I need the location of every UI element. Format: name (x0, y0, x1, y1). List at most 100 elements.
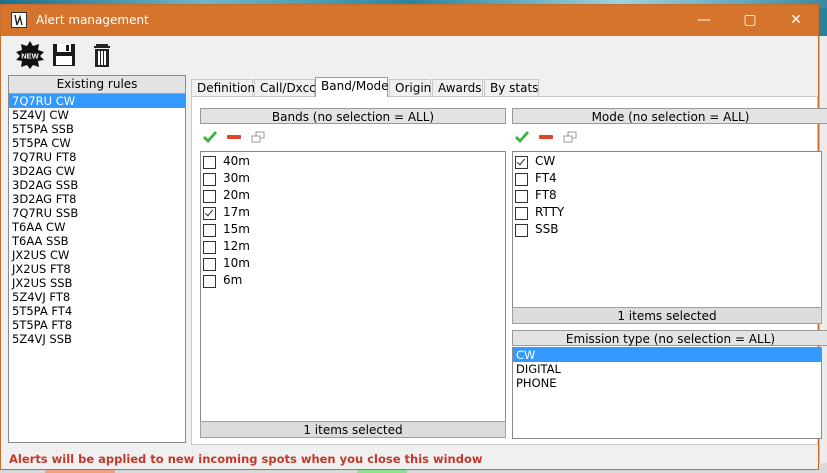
mode-option[interactable]: SSB (513, 221, 821, 238)
option-label: CW (535, 154, 556, 168)
checkbox[interactable] (515, 173, 528, 186)
option-label: 10m (223, 256, 250, 270)
mode-status: 1 items selected (512, 307, 822, 324)
rule-item[interactable]: 5Z4VJ SSB (9, 332, 185, 346)
emission-type-header: Emission type (no selection = ALL) (512, 330, 827, 346)
tab-call-dxcc[interactable]: Call/Dxcc (254, 79, 316, 96)
new-rule-button[interactable]: NEW (15, 40, 45, 70)
toolbar: NEW (1, 36, 818, 74)
checkbox[interactable] (203, 258, 216, 271)
rules-list[interactable]: 7Q7RU CW 5Z4VJ CW 5T5PA SSB 5T5PA CW 7Q7RU F… (9, 94, 185, 346)
checkbox[interactable] (515, 207, 528, 220)
checkbox[interactable] (203, 190, 216, 203)
checkbox[interactable] (203, 173, 216, 186)
copy-windows-icon[interactable] (562, 129, 578, 145)
mode-toolbar (514, 128, 594, 146)
band-option[interactable]: 17m (201, 204, 505, 221)
maximize-button[interactable]: ▢ (727, 5, 773, 36)
emission-item[interactable]: PHONE (513, 376, 821, 390)
tab-origin[interactable]: Origin (389, 79, 431, 96)
mode-option[interactable]: CW (513, 153, 821, 170)
option-label: 17m (223, 205, 250, 219)
tab-band-mode[interactable]: Band/Mode (315, 77, 389, 97)
option-label: 30m (223, 171, 250, 185)
tab-definition[interactable]: Definition (191, 79, 255, 96)
clear-minus-icon[interactable] (538, 129, 554, 145)
rule-item[interactable]: JX2US FT8 (9, 262, 185, 276)
save-icon (53, 44, 75, 66)
option-label: 20m (223, 188, 250, 202)
rule-item[interactable]: 7Q7RU FT8 (9, 150, 185, 164)
select-all-check-icon[interactable] (514, 129, 530, 145)
emission-item[interactable]: CW (513, 348, 821, 362)
band-option[interactable]: 10m (201, 255, 505, 272)
rule-item[interactable]: 5Z4VJ CW (9, 108, 185, 122)
rule-item[interactable]: JX2US CW (9, 248, 185, 262)
checkbox[interactable] (203, 275, 216, 288)
rule-item[interactable]: 7Q7RU SSB (9, 206, 185, 220)
rule-item[interactable]: 5T5PA FT4 (9, 304, 185, 318)
band-option[interactable]: 30m (201, 170, 505, 187)
checkbox[interactable] (203, 207, 216, 220)
bands-toolbar (202, 128, 282, 146)
checkbox[interactable] (515, 156, 528, 169)
band-option[interactable]: 12m (201, 238, 505, 255)
option-label: FT8 (535, 188, 557, 202)
checkbox[interactable] (203, 224, 216, 237)
maximize-icon: ▢ (743, 12, 757, 28)
rule-item[interactable]: 5Z4VJ FT8 (9, 290, 185, 304)
rule-item[interactable]: 5T5PA FT8 (9, 318, 185, 332)
trash-icon (94, 44, 110, 67)
title-bar[interactable]: Alert management — ▢ ✕ (1, 5, 818, 36)
copy-windows-icon[interactable] (250, 129, 266, 145)
save-rule-button[interactable] (49, 40, 79, 70)
minimize-button[interactable]: — (681, 5, 727, 36)
rule-item[interactable]: 5T5PA SSB (9, 122, 185, 136)
close-icon: ✕ (790, 12, 802, 28)
rule-item[interactable]: 5T5PA CW (9, 136, 185, 150)
checkbox[interactable] (515, 224, 528, 237)
new-icon: NEW (16, 41, 44, 69)
option-label: 40m (223, 154, 250, 168)
rule-item[interactable]: 3D2AG SSB (9, 178, 185, 192)
rule-item[interactable]: T6AA CW (9, 220, 185, 234)
svg-text:NEW: NEW (21, 52, 39, 61)
rule-item[interactable]: 3D2AG CW (9, 164, 185, 178)
minimize-icon: — (697, 12, 711, 28)
option-label: 6m (223, 273, 243, 287)
alert-management-window: Alert management — ▢ ✕ NEW Existing rule… (0, 4, 827, 470)
tab-awards[interactable]: Awards (432, 79, 483, 96)
checkbox[interactable] (203, 241, 216, 254)
band-option[interactable]: 40m (201, 153, 505, 170)
checkbox[interactable] (203, 156, 216, 169)
mode-option[interactable]: FT8 (513, 187, 821, 204)
mode-option[interactable]: RTTY (513, 204, 821, 221)
bands-status: 1 items selected (200, 421, 506, 438)
close-button[interactable]: ✕ (773, 5, 819, 36)
mode-list: CW FT4 FT8 RTTY SSB (512, 151, 822, 308)
band-option[interactable]: 6m (201, 272, 505, 289)
band-option[interactable]: 20m (201, 187, 505, 204)
option-label: 12m (223, 239, 250, 253)
rule-item[interactable]: JX2US SSB (9, 276, 185, 290)
option-label: RTTY (535, 205, 565, 219)
emission-item[interactable]: DIGITAL (513, 362, 821, 376)
app-icon (11, 12, 27, 28)
emission-type-list[interactable]: CW DIGITAL PHONE (512, 347, 822, 439)
existing-rules-panel: Existing rules 7Q7RU CW 5Z4VJ CW 5T5PA SSB… (8, 75, 186, 443)
footer-message: Alerts will be applied to new incoming s… (9, 452, 483, 466)
window-title: Alert management (36, 13, 149, 27)
delete-rule-button[interactable] (87, 40, 117, 70)
checkbox[interactable] (515, 190, 528, 203)
rule-item[interactable]: 7Q7RU CW (9, 94, 185, 108)
option-label: 15m (223, 222, 250, 236)
clear-minus-icon[interactable] (226, 129, 242, 145)
mode-header: Mode (no selection = ALL) (512, 108, 827, 124)
tab-by-stats[interactable]: By stats (484, 79, 539, 96)
band-option[interactable]: 15m (201, 221, 505, 238)
existing-rules-header: Existing rules (9, 76, 185, 94)
rule-item[interactable]: 3D2AG FT8 (9, 192, 185, 206)
mode-option[interactable]: FT4 (513, 170, 821, 187)
select-all-check-icon[interactable] (202, 129, 218, 145)
rule-item[interactable]: T6AA SSB (9, 234, 185, 248)
